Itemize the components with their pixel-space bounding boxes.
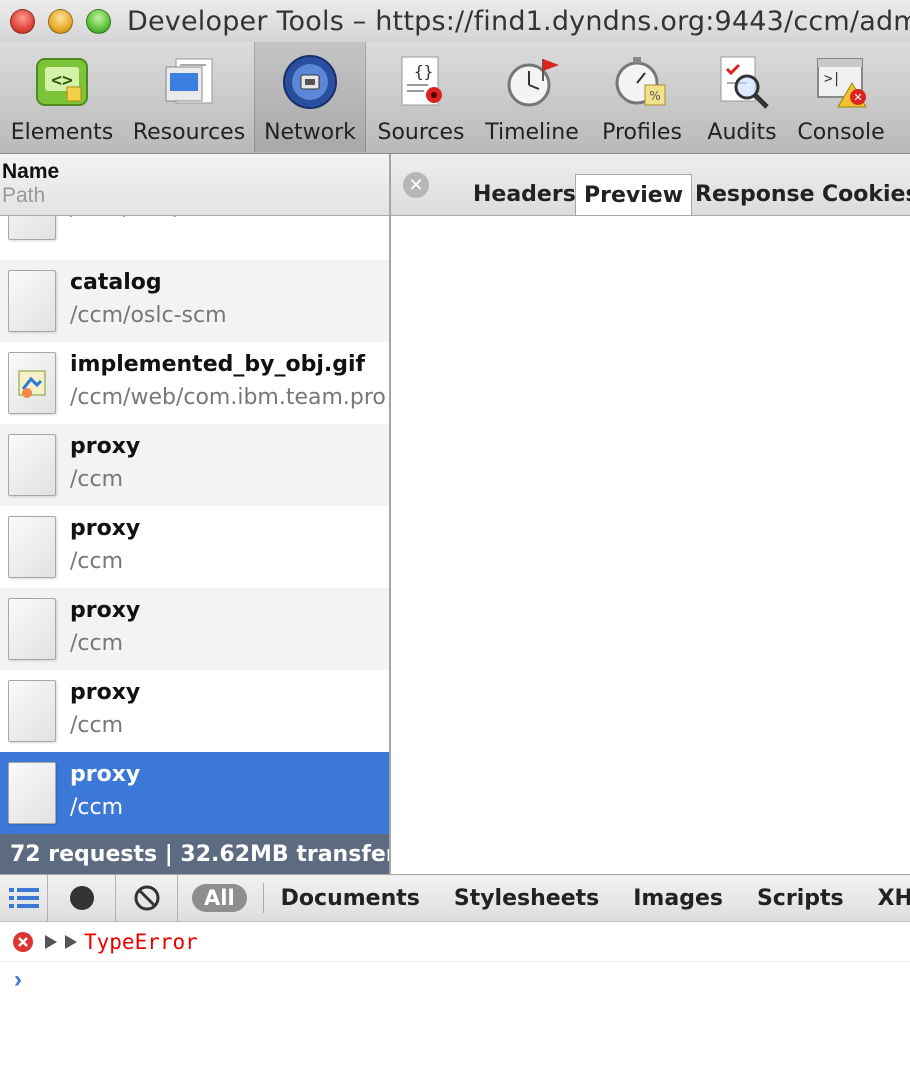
close-icon[interactable]: ✕ [403, 172, 429, 198]
document-icon [8, 434, 56, 496]
detail-tab-strip: ✕ Headers Preview Response Cookies [391, 154, 910, 216]
image-file-icon [8, 352, 56, 414]
tool-label: Audits [707, 120, 777, 145]
request-detail-panel: ✕ Headers Preview Response Cookies [391, 154, 910, 874]
sources-icon: {} [391, 52, 451, 112]
request-path: /ccm/oslc-scm [70, 303, 227, 328]
request-row[interactable]: proxy /ccm [0, 506, 389, 588]
elements-icon: <> [32, 52, 92, 112]
console-prompt[interactable]: › [0, 962, 910, 998]
document-icon [8, 516, 56, 578]
request-name: proxy [70, 434, 141, 459]
svg-text:{}: {} [414, 62, 433, 81]
devtools-toolbar: <> Elements Resources Network {} Sources… [0, 42, 910, 154]
tool-elements[interactable]: <> Elements [0, 42, 124, 152]
filter-images[interactable]: Images [633, 886, 723, 911]
svg-text:>|: >| [824, 71, 841, 87]
preview-content [391, 216, 910, 874]
tool-resources[interactable]: Resources [124, 42, 254, 152]
tool-sources[interactable]: {} Sources [366, 42, 476, 152]
tool-label: Profiles [602, 120, 682, 145]
tab-headers[interactable]: Headers [465, 174, 584, 215]
zoom-window-button[interactable] [86, 8, 111, 34]
expand-triangle-icon[interactable] [44, 934, 58, 950]
divider [262, 883, 264, 913]
svg-text:%: % [649, 89, 660, 103]
tool-timeline[interactable]: Timeline [476, 42, 588, 152]
clear-icon[interactable] [116, 875, 178, 921]
error-message-text[interactable]: TypeError [84, 930, 198, 954]
audits-icon [712, 52, 772, 112]
request-list[interactable]: /ccm/oslc/workitems catalog /ccm/oslc-sc… [0, 216, 389, 834]
resources-icon [159, 52, 219, 112]
request-path: /ccm [70, 713, 124, 738]
request-row[interactable]: /ccm/oslc/workitems [0, 216, 389, 250]
bottom-toolbar: All Documents Stylesheets Images Scripts… [0, 874, 910, 922]
tool-label: Timeline [485, 120, 579, 145]
network-request-list-panel: Name Path /ccm/oslc/workitems catalog /c… [0, 154, 391, 874]
tool-label: Elements [10, 120, 114, 145]
tool-label: Resources [132, 120, 246, 145]
request-path: /ccm/oslc/workitems [70, 216, 386, 227]
document-icon [8, 598, 56, 660]
request-path: /ccm [70, 631, 124, 656]
close-window-button[interactable] [10, 8, 35, 34]
request-row[interactable]: proxy /ccm [0, 670, 389, 752]
filter-xhr[interactable]: XHR [878, 886, 910, 911]
request-row[interactable]: catalog /ccm/oslc-scm [0, 260, 389, 342]
timeline-icon [502, 52, 562, 112]
request-name: proxy [70, 598, 141, 623]
request-row[interactable]: implemented_by_obj.gif /ccm/web/com.ibm.… [0, 342, 389, 424]
document-icon [8, 762, 56, 824]
filter-scripts[interactable]: Scripts [757, 886, 844, 911]
window-title: Developer Tools – https://find1.dyndns.o… [127, 5, 910, 37]
svg-text:✕: ✕ [853, 91, 862, 104]
profiles-icon: % [612, 52, 672, 112]
tool-network[interactable]: Network [254, 42, 366, 152]
request-row[interactable]: proxy /ccm [0, 424, 389, 506]
tab-response[interactable]: Response [687, 174, 823, 215]
network-icon [280, 52, 340, 112]
network-summary-status: 72 requests | 32.62MB transferred [0, 834, 389, 874]
console-panel[interactable]: TypeError › [0, 922, 910, 1068]
request-row[interactable]: proxy /ccm [0, 588, 389, 670]
request-path: /ccm/web/com.ibm.team.pro [70, 385, 386, 410]
tab-cookies[interactable]: Cookies [814, 174, 910, 215]
console-message[interactable]: TypeError [0, 922, 910, 962]
request-row-selected[interactable]: proxy /ccm [0, 752, 389, 834]
expand-triangle-icon[interactable] [64, 934, 78, 950]
request-name: proxy [70, 516, 141, 541]
request-path: /ccm [70, 795, 124, 820]
document-icon [8, 216, 56, 240]
filter-documents[interactable]: Documents [281, 886, 420, 911]
request-name: proxy [70, 762, 141, 787]
tool-label: Console [797, 120, 885, 145]
error-icon [12, 931, 34, 953]
request-name: catalog [70, 270, 162, 295]
request-name: implemented_by_obj.gif [70, 352, 366, 377]
tool-label: Network [264, 120, 356, 145]
path-column-header[interactable]: Path [2, 184, 389, 208]
request-name: proxy [70, 680, 141, 705]
prompt-chevron-icon: › [14, 966, 22, 993]
console-drawer-icon[interactable] [0, 875, 48, 921]
document-icon [8, 270, 56, 332]
name-column-header[interactable]: Name [2, 160, 389, 184]
tool-audits[interactable]: Audits [696, 42, 788, 152]
minimize-window-button[interactable] [48, 8, 73, 34]
tool-console[interactable]: >| ✕ Console [788, 42, 894, 152]
request-path: /ccm [70, 467, 124, 492]
console-icon: >| ✕ [811, 52, 871, 112]
request-path: /ccm [70, 549, 124, 574]
title-bar: Developer Tools – https://find1.dyndns.o… [0, 0, 910, 42]
request-list-header[interactable]: Name Path [0, 154, 389, 216]
tab-preview[interactable]: Preview [575, 174, 693, 215]
filter-all[interactable]: All [192, 884, 247, 912]
tool-profiles[interactable]: % Profiles [588, 42, 696, 152]
record-icon[interactable] [48, 875, 116, 921]
tool-label: Sources [377, 120, 465, 145]
filter-stylesheets[interactable]: Stylesheets [454, 886, 599, 911]
document-icon [8, 680, 56, 742]
